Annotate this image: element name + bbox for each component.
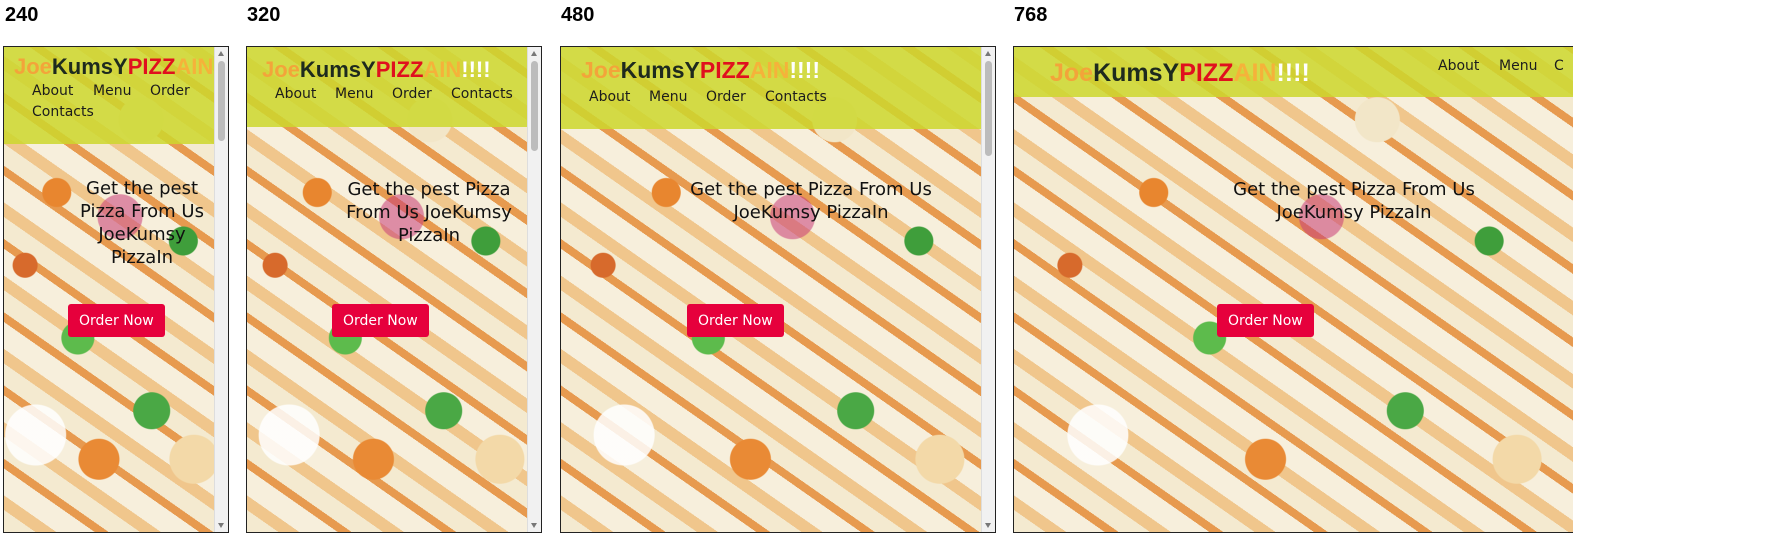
logo-joe: Joe <box>262 57 300 82</box>
preview-frame-768: JoeKumsYPIZZAIN!!!! About Menu C Get the… <box>1013 46 1573 533</box>
nav-menu[interactable]: Menu <box>1499 58 1537 74</box>
hero-headline: Get the pest Pizza From Us JoeKumsy Pizz… <box>346 179 512 246</box>
scrollbar[interactable] <box>981 47 995 532</box>
page-viewport: JoeKumsYPIZZAIN!!!! About Menu C Get the… <box>1014 47 1573 532</box>
logo-pizz: PIZZ <box>375 57 424 82</box>
viewport-label-480: 480 <box>561 4 595 26</box>
site-logo[interactable]: JoeKumsYPIZZAIN!!!! <box>1050 59 1310 88</box>
hero-headline: Get the pest Pizza From Us JoeKumsy Pizz… <box>1233 179 1475 223</box>
site-header: JoeKumsYPIZZAIN About Menu Order Contact… <box>4 47 215 144</box>
scroll-up-arrow-icon[interactable] <box>531 51 537 56</box>
logo-kums: KumsY <box>620 57 700 83</box>
logo-ain: AIN <box>749 57 790 83</box>
nav-contacts-truncated[interactable]: C <box>1554 58 1564 74</box>
nav-menu[interactable]: Menu <box>649 89 687 105</box>
site-header: JoeKumsYPIZZAIN!!!! About Menu Order Con… <box>247 47 528 127</box>
hero-headline: Get the pest Pizza From Us JoeKumsy Pizz… <box>690 179 932 223</box>
site-logo[interactable]: JoeKumsYPIZZAIN <box>14 54 213 80</box>
scroll-down-arrow-icon[interactable] <box>985 523 991 528</box>
nav-contacts[interactable]: Contacts <box>451 86 513 102</box>
pizza-background-image <box>1014 47 1573 532</box>
order-now-button[interactable]: Order Now <box>687 304 784 337</box>
logo-kums: KumsY <box>299 57 376 82</box>
logo-pizz: PIZZ <box>127 54 176 79</box>
logo-bang: !!!! <box>461 57 491 82</box>
logo-joe: Joe <box>14 54 52 79</box>
logo-joe: Joe <box>1050 59 1094 87</box>
logo-ain: AIN <box>175 54 214 79</box>
viewport-label-320: 320 <box>247 4 281 26</box>
hero-headline: Get the pest Pizza From Us JoeKumsy Pizz… <box>80 178 204 268</box>
preview-frame-320: JoeKumsYPIZZAIN!!!! About Menu Order Con… <box>246 46 542 533</box>
scroll-thumb[interactable] <box>985 61 992 156</box>
scroll-up-arrow-icon[interactable] <box>218 51 224 56</box>
scroll-up-arrow-icon[interactable] <box>985 51 991 56</box>
site-logo[interactable]: JoeKumsYPIZZAIN!!!! <box>581 57 820 84</box>
site-logo[interactable]: JoeKumsYPIZZAIN!!!! <box>262 57 491 83</box>
scroll-down-arrow-icon[interactable] <box>218 523 224 528</box>
nav-about[interactable]: About <box>275 86 316 102</box>
page-viewport: JoeKumsYPIZZAIN About Menu Order Contact… <box>4 47 215 532</box>
nav-contacts[interactable]: Contacts <box>765 89 827 105</box>
logo-joe: Joe <box>581 57 621 83</box>
logo-kums: KumsY <box>51 54 128 79</box>
site-header: JoeKumsYPIZZAIN!!!! About Menu Order Con… <box>561 47 982 129</box>
nav-about[interactable]: About <box>32 83 73 99</box>
order-now-button[interactable]: Order Now <box>332 304 429 337</box>
site-header: JoeKumsYPIZZAIN!!!! About Menu C <box>1014 47 1573 97</box>
logo-bang: !!!! <box>789 57 820 83</box>
viewport-label-240: 240 <box>5 4 39 26</box>
nav-menu[interactable]: Menu <box>93 83 131 99</box>
page-viewport: JoeKumsYPIZZAIN!!!! About Menu Order Con… <box>247 47 528 532</box>
scroll-thumb[interactable] <box>218 61 225 141</box>
logo-pizz: PIZZ <box>699 57 750 83</box>
order-now-button[interactable]: Order Now <box>68 304 165 337</box>
nav-about[interactable]: About <box>1438 58 1479 74</box>
preview-frame-480: JoeKumsYPIZZAIN!!!! About Menu Order Con… <box>560 46 996 533</box>
page-viewport: JoeKumsYPIZZAIN!!!! About Menu Order Con… <box>561 47 982 532</box>
nav-contacts[interactable]: Contacts <box>32 104 94 120</box>
nav-order[interactable]: Order <box>706 89 746 105</box>
logo-ain: AIN <box>423 57 462 82</box>
scroll-down-arrow-icon[interactable] <box>531 523 537 528</box>
logo-pizz: PIZZ <box>1179 59 1234 87</box>
viewport-label-768: 768 <box>1014 4 1048 26</box>
order-now-button[interactable]: Order Now <box>1217 304 1314 337</box>
nav-about[interactable]: About <box>589 89 630 105</box>
preview-frame-240: JoeKumsYPIZZAIN About Menu Order Contact… <box>3 46 229 533</box>
logo-kums: KumsY <box>1093 59 1180 87</box>
logo-bang: !!!! <box>1276 59 1310 87</box>
nav-menu[interactable]: Menu <box>335 86 373 102</box>
nav-order[interactable]: Order <box>150 83 190 99</box>
scroll-thumb[interactable] <box>531 61 538 151</box>
nav-order[interactable]: Order <box>392 86 432 102</box>
scrollbar[interactable] <box>527 47 541 532</box>
scrollbar[interactable] <box>214 47 228 532</box>
logo-ain: AIN <box>1233 59 1277 87</box>
